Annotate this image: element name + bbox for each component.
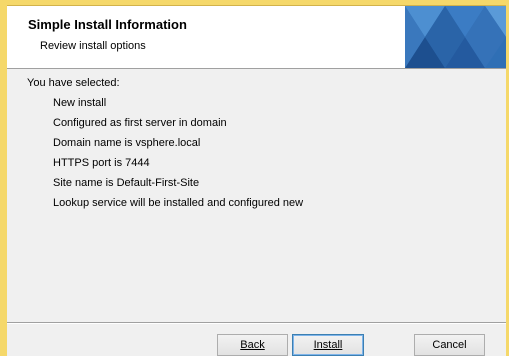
summary-item: Site name is Default-First-Site [53,177,200,189]
summary-item: Domain name is vsphere.local [53,137,201,149]
header-subtitle: Review install options [40,40,146,52]
install-button-label: Install [313,339,343,351]
vmware-banner-graphic [405,6,506,68]
footer-divider [7,322,506,324]
summary-panel: You have selected: New install Configure… [7,69,506,319]
summary-item: Configured as first server in domain [53,117,227,129]
back-button[interactable]: Back [217,334,288,356]
install-button[interactable]: Install [292,334,364,356]
wizard-header: Simple Install Information Review instal… [7,6,506,69]
cancel-button[interactable]: Cancel [414,334,485,356]
window-frame-left [0,5,7,356]
summary-item: HTTPS port is 7444 [53,157,150,169]
back-button-label: Back [240,339,265,351]
header-title: Simple Install Information [28,17,187,32]
summary-item: New install [53,97,107,109]
summary-item: Lookup service will be installed and con… [53,197,304,209]
summary-intro: You have selected: [27,77,120,89]
cancel-button-label: Cancel [432,339,467,351]
